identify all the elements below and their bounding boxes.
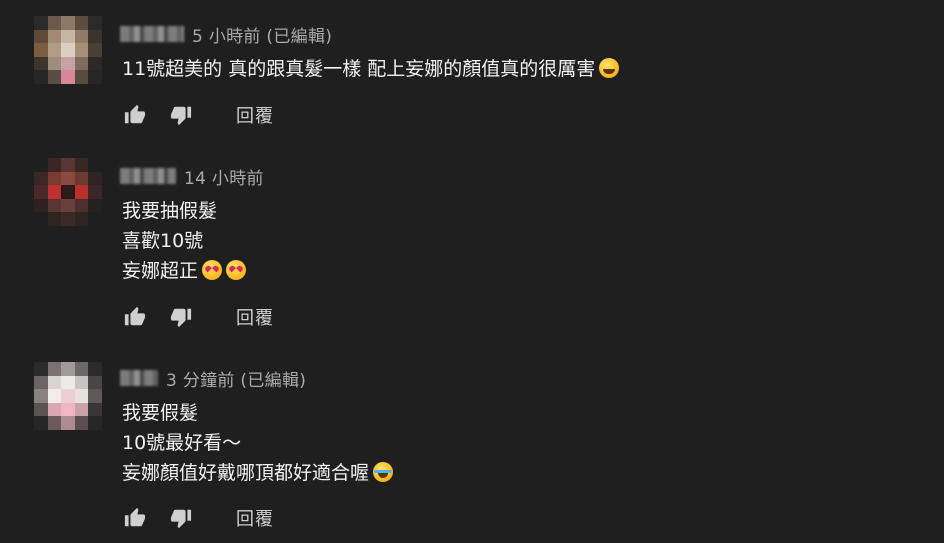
thumbs-down-icon <box>170 509 192 529</box>
smiling-face-with-heart-eyes-icon <box>226 260 247 280</box>
timestamp[interactable]: 14 小時前 <box>184 164 264 189</box>
dislike-button[interactable] <box>168 102 194 128</box>
dislike-button[interactable] <box>168 304 194 330</box>
reply-button[interactable]: 回覆 <box>236 304 274 330</box>
face-with-tears-of-joy-icon <box>373 462 394 482</box>
username[interactable] <box>120 168 176 184</box>
like-button[interactable] <box>122 102 148 128</box>
like-button[interactable] <box>122 505 148 531</box>
comment-text-line: 妄娜超正 <box>122 256 247 286</box>
thumbs-up-icon <box>124 507 146 527</box>
comment-text-line: 11號超美的 真的跟真髮一樣 配上妄娜的顏值真的很厲害 <box>122 54 620 84</box>
comment-text-line: 10號最好看～ <box>122 432 242 454</box>
avatar[interactable] <box>34 362 102 430</box>
dislike-button[interactable] <box>168 505 194 531</box>
grinning-squinting-face-icon <box>599 58 620 78</box>
reply-button[interactable]: 回覆 <box>236 102 274 128</box>
avatar[interactable] <box>34 16 102 84</box>
like-button[interactable] <box>122 304 148 330</box>
comment-text-line: 我要抽假髮 <box>122 200 218 222</box>
username[interactable] <box>120 370 158 386</box>
avatar[interactable] <box>34 158 102 226</box>
thumbs-up-icon <box>124 306 146 326</box>
reply-button[interactable]: 回覆 <box>236 505 274 531</box>
thumbs-up-icon <box>124 104 146 124</box>
timestamp[interactable]: 3 分鐘前 (已編輯) <box>166 366 306 391</box>
thumbs-down-icon <box>170 308 192 328</box>
timestamp[interactable]: 5 小時前 (已編輯) <box>192 22 332 47</box>
thumbs-down-icon <box>170 106 192 126</box>
comment-text-line: 妄娜顏值好戴哪頂都好適合喔 <box>122 458 394 488</box>
comment-text-line: 喜歡10號 <box>122 230 204 252</box>
smiling-face-with-heart-eyes-icon <box>202 260 223 280</box>
username[interactable] <box>120 26 184 42</box>
comment-text-line: 我要假髮 <box>122 402 199 424</box>
